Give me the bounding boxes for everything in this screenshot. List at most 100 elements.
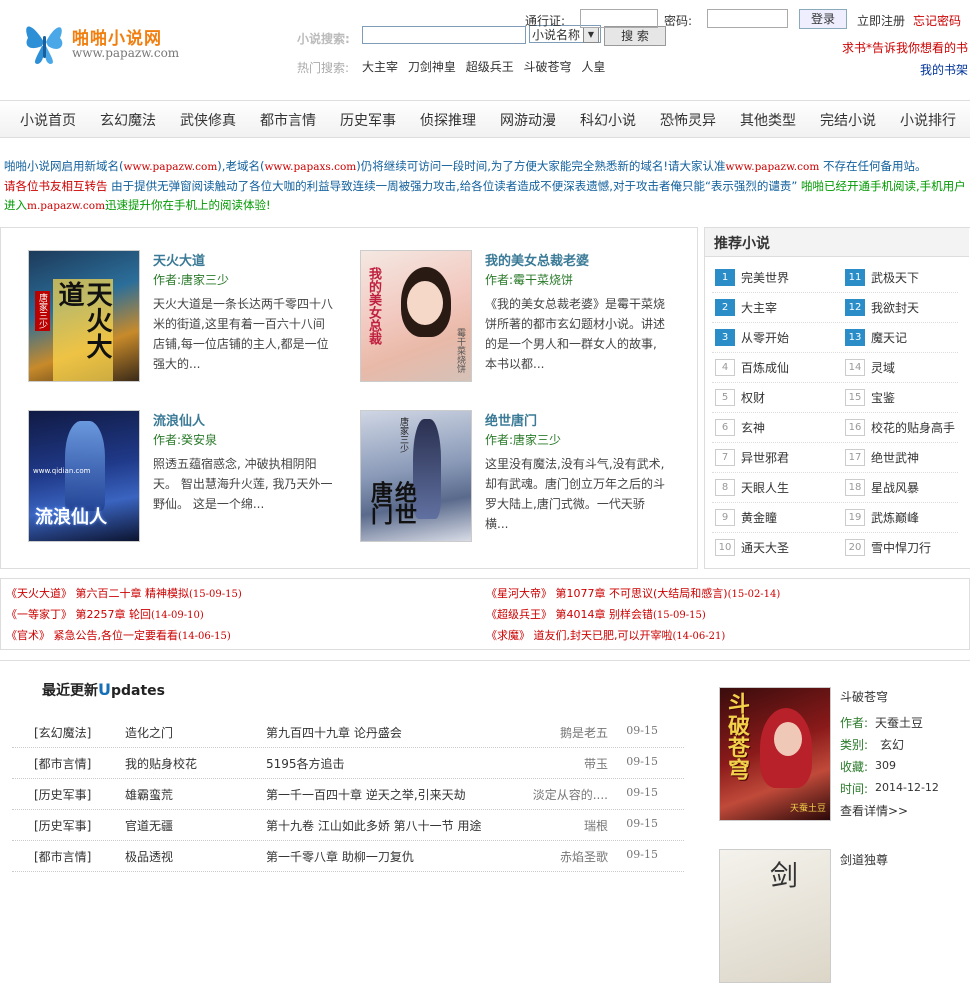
side-book-title[interactable]: 剑道独尊 (840, 851, 888, 868)
chapter-link[interactable]: 《官术》 紧急公告,各位一定要看看(14-06-15) (6, 627, 231, 643)
side-book-title[interactable]: 斗破苍穹 (840, 688, 888, 705)
chapter-link[interactable]: 《求魔》 道友们,封天已肥,可以开宰啦(14-06-21) (486, 627, 725, 643)
update-book-link[interactable]: 极品透视 (125, 848, 173, 865)
book-title[interactable]: 天火大道 (153, 250, 205, 269)
main-nav: 小说首页 玄幻魔法 武侠修真 都市言情 历史军事 侦探推理 网游动漫 科幻小说 … (0, 100, 970, 138)
update-book-link[interactable]: 我的贴身校花 (125, 755, 197, 772)
rank-number: 15 (845, 389, 865, 406)
update-author[interactable]: 鹅是老五 (560, 724, 608, 741)
update-chapter-link[interactable]: 第一千零八章 助柳一刀复仇 (266, 848, 414, 865)
nav-detective[interactable]: 侦探推理 (420, 110, 476, 130)
recommend-book-link[interactable]: 玄神 (741, 419, 765, 436)
update-chapter-link[interactable]: 第十九卷 江山如此多娇 第八十一节 用途 (266, 817, 481, 834)
chapter-link[interactable]: 《超级兵王》 第4014章 别样会错(15-09-15) (486, 606, 706, 622)
hot-search-list: 大主宰 刀剑神皇 超级兵王 斗破苍穹 人皇 (362, 58, 611, 75)
nav-history[interactable]: 历史军事 (340, 110, 396, 130)
recommend-book-link[interactable]: 宝鉴 (871, 389, 895, 406)
book-cover[interactable]: 绝世唐门 唐家三少 (360, 410, 472, 542)
side-book-cover[interactable]: 斗破苍穹 天蚕土豆 (719, 687, 831, 821)
chapter-link[interactable]: 《天火大道》 第六百二十章 精神模拟(15-09-15) (6, 585, 242, 601)
notice-domain[interactable]: www.papazw.com (726, 161, 820, 173)
notice-mobile-domain[interactable]: m.papazw.com (27, 200, 105, 212)
update-chapter-link[interactable]: 第九百四十九章 论丹盛会 (266, 724, 402, 741)
recommend-book-link[interactable]: 通天大圣 (741, 539, 789, 556)
hot-search-item[interactable]: 大主宰 (362, 60, 398, 74)
recommend-book-link[interactable]: 黄金瞳 (741, 509, 777, 526)
recommend-book-link[interactable]: 百炼成仙 (741, 359, 789, 376)
nav-game[interactable]: 网游动漫 (500, 110, 556, 130)
nav-urban[interactable]: 都市言情 (260, 110, 316, 130)
update-chapter-link[interactable]: 5195各方追击 (266, 755, 345, 772)
passport-input[interactable] (580, 9, 658, 28)
recommend-book-link[interactable]: 权财 (741, 389, 765, 406)
update-author[interactable]: 瑞根 (584, 817, 608, 834)
update-chapter-link[interactable]: 第一千一百四十章 逆天之举,引来天劫 (266, 786, 466, 803)
nav-home[interactable]: 小说首页 (20, 110, 76, 130)
recommend-book-link[interactable]: 大主宰 (741, 299, 777, 316)
book-cover[interactable]: 天火大道 唐家三少 (28, 250, 140, 382)
rank-number: 6 (715, 419, 735, 436)
forgot-password-link[interactable]: 忘记密码 (913, 12, 961, 29)
update-book-link[interactable]: 官道无疆 (125, 817, 173, 834)
book-title[interactable]: 绝世唐门 (485, 410, 537, 429)
hot-search-item[interactable]: 人皇 (581, 60, 605, 74)
recommend-divider (712, 382, 958, 383)
cover-title: 绝世唐门 (367, 481, 416, 525)
logo-butterfly-icon[interactable] (22, 18, 68, 69)
recommend-book-link[interactable]: 灵域 (871, 359, 895, 376)
recommend-book-link[interactable]: 完美世界 (741, 269, 789, 286)
book-desc: 天火大道是一条长达两千零四十八米的街道,这里有着一百六十八间店铺,每一位店铺的主… (153, 297, 334, 371)
recommend-book-link[interactable]: 天眼人生 (741, 479, 789, 496)
recommend-book-link[interactable]: 异世邪君 (741, 449, 789, 466)
nav-fantasy[interactable]: 玄幻魔法 (100, 110, 156, 130)
update-category[interactable]: [玄幻魔法] (34, 724, 91, 741)
update-category[interactable]: [历史军事] (34, 817, 91, 834)
recommend-divider (712, 412, 958, 413)
nav-ranking[interactable]: 小说排行 (900, 110, 956, 130)
side-book-cover[interactable]: 剑 (719, 849, 831, 983)
my-bookshelf-link[interactable]: 我的书架 (920, 61, 968, 78)
nav-scifi[interactable]: 科幻小说 (580, 110, 636, 130)
update-category[interactable]: [都市言情] (34, 755, 91, 772)
nav-wuxia[interactable]: 武侠修真 (180, 110, 236, 130)
book-cover[interactable]: 我的美女总裁 霉干菜烧饼 (360, 250, 472, 382)
book-desc: 照透五蕴宿惑念, 冲破执相阴阳天。 智出慧海升火莲, 我乃天外一野仙。 这是一个… (153, 457, 333, 511)
nav-finished[interactable]: 完结小说 (820, 110, 876, 130)
recommend-book-link[interactable]: 雪中悍刀行 (871, 539, 931, 556)
recommend-book-link[interactable]: 从零开始 (741, 329, 789, 346)
search-input[interactable] (362, 26, 526, 44)
book-cover[interactable]: www.qidian.com 流浪仙人 (28, 410, 140, 542)
recommend-book-link[interactable]: 校花的贴身高手 (871, 419, 955, 436)
register-link[interactable]: 立即注册 (857, 12, 905, 29)
recommend-book-link[interactable]: 魔天记 (871, 329, 907, 346)
password-input[interactable] (707, 9, 788, 28)
recommend-book-link[interactable]: 星战风暴 (871, 479, 919, 496)
chapter-link[interactable]: 《一等家丁》 第2257章 轮回(14-09-10) (6, 606, 204, 622)
recommend-book-link[interactable]: 绝世武神 (871, 449, 919, 466)
update-author[interactable]: 带玉 (584, 755, 608, 772)
hot-search-item[interactable]: 刀剑神皇 (408, 60, 456, 74)
update-author[interactable]: 赤焰圣歌 (560, 848, 608, 865)
recommend-book-link[interactable]: 武极天下 (871, 269, 919, 286)
side-book-details-link[interactable]: 查看详情>> (840, 802, 908, 819)
book-title[interactable]: 我的美女总裁老婆 (485, 250, 589, 269)
update-category[interactable]: [历史军事] (34, 786, 91, 803)
chevron-down-icon[interactable]: ▼ (583, 27, 599, 43)
nav-other[interactable]: 其他类型 (740, 110, 796, 130)
recommend-book-link[interactable]: 我欲封天 (871, 299, 919, 316)
recommend-book-link[interactable]: 武炼巅峰 (871, 509, 919, 526)
notice-domain[interactable]: www.papazw.com (124, 161, 218, 173)
login-button[interactable]: 登录 (799, 9, 847, 29)
nav-horror[interactable]: 恐怖灵异 (660, 110, 716, 130)
notice-domain[interactable]: www.papaxs.com (264, 161, 356, 173)
update-author[interactable]: 淡定从容的.... (533, 786, 608, 803)
hot-search-item[interactable]: 超级兵王 (466, 60, 514, 74)
chapter-link[interactable]: 《星河大帝》 第1077章 不可思议(大结局和感言)(15-02-14) (486, 585, 780, 601)
book-title[interactable]: 流浪仙人 (153, 410, 205, 429)
update-book-link[interactable]: 造化之门 (125, 724, 173, 741)
hot-search-item[interactable]: 斗破苍穹 (524, 60, 572, 74)
search-button[interactable]: 搜 索 (604, 26, 666, 46)
update-category[interactable]: [都市言情] (34, 848, 91, 865)
request-book-link[interactable]: 求书*告诉我你想看的书 (842, 39, 968, 56)
update-book-link[interactable]: 雄霸蛮荒 (125, 786, 173, 803)
